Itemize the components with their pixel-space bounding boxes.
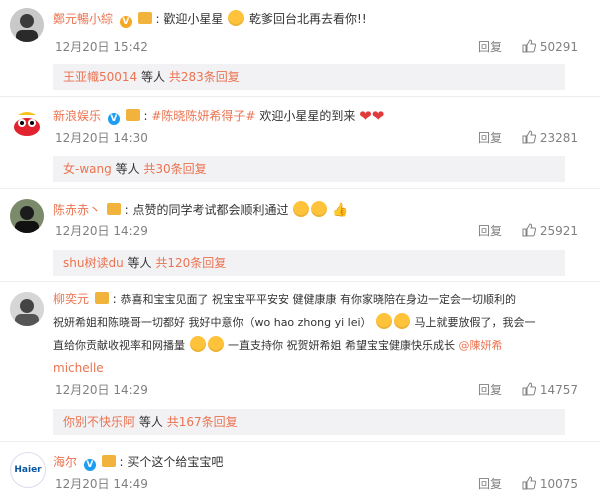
comment-text: 买个这个给宝宝吧	[127, 455, 224, 469]
sub-replies[interactable]: 王亚幟50014 等人 共283条回复	[53, 64, 565, 90]
comment-text-line2: 祝妍希姐和陈晓哥一切都好 我好中意你（wo hao zhong yi lei）	[53, 316, 372, 329]
comment-text: 欢迎小星星的到来	[259, 109, 356, 123]
like-count: 50291	[539, 40, 578, 54]
thumbs-up-emoji-icon: 👍	[332, 203, 349, 218]
verified-v-icon: V	[107, 113, 120, 125]
laugh-emoji-icon	[189, 336, 206, 352]
sub-reply-count[interactable]: 共167条回复	[167, 415, 238, 429]
username[interactable]: 新浪娱乐	[53, 109, 101, 123]
laugh-emoji-icon	[207, 336, 224, 352]
username[interactable]: 柳奕元	[53, 292, 89, 306]
comment-actions: 回复 23281	[478, 129, 578, 146]
verified-v-icon: V	[119, 16, 132, 28]
avatar[interactable]	[10, 8, 44, 42]
timestamp: 12月20日 15:42	[55, 40, 148, 54]
thumb-up-icon	[522, 39, 536, 53]
sub-reply-count[interactable]: 共283条回复	[169, 70, 240, 84]
level-badge-icon	[125, 109, 140, 121]
avatar[interactable]: Haier	[10, 452, 46, 488]
avatar[interactable]	[10, 107, 44, 141]
sub-reply-count[interactable]: 共30条回复	[143, 162, 206, 176]
divider	[0, 188, 600, 189]
like-button[interactable]: 23281	[522, 130, 578, 145]
grin-emoji-icon	[293, 201, 310, 217]
divider	[0, 441, 600, 442]
thumb-up-icon	[522, 382, 536, 396]
reply-button[interactable]: 回复	[478, 40, 502, 54]
thumb-up-icon	[522, 130, 536, 144]
comment-actions: 回复 10075	[478, 475, 578, 492]
comment-header: 新浪娱乐 V : #陈晓陈妍希得子# 欢迎小星星的到来 ❤❤	[53, 107, 385, 125]
sub-reply-user[interactable]: 王亚幟50014	[63, 70, 137, 84]
like-button[interactable]: 50291	[522, 39, 578, 54]
username[interactable]: 鄭元暢小綜	[53, 12, 113, 26]
comment-actions: 回复 25921	[478, 222, 578, 239]
reply-button[interactable]: 回复	[478, 383, 502, 397]
heart-emoji-icon: ❤❤	[359, 107, 385, 125]
level-badge-icon	[94, 292, 109, 304]
comment-text: 点赞的同学考试都会顺利通过	[132, 203, 289, 217]
comment-text-line3b: 一直支持你 祝贺妍希姐 希望宝宝健康快乐成长	[228, 339, 455, 352]
like-button[interactable]: 10075	[522, 476, 578, 491]
timestamp: 12月20日 14:49	[55, 477, 148, 491]
avatar[interactable]	[10, 292, 44, 326]
like-count: 23281	[539, 131, 578, 145]
comment-text: 歡迎小星星	[163, 12, 224, 26]
comment-header: 鄭元暢小綜 V : 歡迎小星星 乾爹回台北再去看你!!	[53, 10, 367, 28]
thumb-up-icon	[522, 223, 536, 237]
sub-replies[interactable]: 女-wang 等人 共30条回复	[53, 156, 565, 182]
comment-header: 陈赤赤丶 : 点赞的同学考试都会顺利通过 👍	[53, 201, 349, 218]
comment-text-line3: 直给你贡献收视率和网播量	[53, 339, 185, 352]
timestamp: 12月20日 14:29	[55, 383, 148, 397]
divider	[0, 96, 600, 97]
mention-link-cont[interactable]: michelle	[53, 361, 104, 375]
comment-text-line1: 恭喜和宝宝见面了 祝宝宝平平安安 健健康康 有你家晓陪在身边一定会一切顺利的	[120, 293, 517, 306]
username[interactable]: 陈赤赤丶	[53, 203, 101, 217]
like-button[interactable]: 14757	[522, 382, 578, 397]
comment-header: 海尔 V : 买个这个给宝宝吧	[53, 455, 224, 471]
reply-button[interactable]: 回复	[478, 477, 502, 491]
laugh-emoji-icon	[311, 201, 328, 217]
timestamp: 12月20日 14:29	[55, 224, 148, 238]
reply-button[interactable]: 回复	[478, 224, 502, 238]
comment-body: 柳奕元 : 恭喜和宝宝见面了 祝宝宝平平安安 健健康康 有你家晓陪在身边一定会一…	[53, 292, 536, 375]
username[interactable]: 海尔	[53, 455, 77, 469]
like-count: 14757	[539, 383, 578, 397]
thumb-up-icon	[522, 476, 536, 490]
level-badge-icon	[137, 12, 152, 24]
thumbs-emoji-icon	[228, 10, 245, 26]
comment-actions: 回复 14757	[478, 381, 578, 398]
comment-text-line2b: 马上就要放假了，我会一	[414, 316, 536, 329]
level-badge-icon	[101, 455, 116, 467]
sub-reply-user[interactable]: 女-wang	[63, 162, 112, 176]
sub-reply-user[interactable]: shu树读du	[63, 256, 124, 270]
grin-emoji-icon	[394, 313, 411, 329]
comment-text-cont: 乾爹回台北再去看你!!	[249, 12, 367, 26]
topic-link[interactable]: #陈晓陈妍希得子#	[151, 109, 255, 123]
grin-emoji-icon	[376, 313, 393, 329]
like-count: 25921	[539, 224, 578, 238]
level-badge-icon	[106, 203, 121, 215]
sub-replies[interactable]: 你别不快乐阿 等人 共167条回复	[53, 409, 565, 435]
like-button[interactable]: 25921	[522, 223, 578, 238]
verified-v-icon: V	[83, 459, 96, 471]
mention-link[interactable]: @陳妍希	[459, 339, 503, 352]
comment-actions: 回复 50291	[478, 38, 578, 55]
timestamp: 12月20日 14:30	[55, 131, 148, 145]
like-count: 10075	[539, 477, 578, 491]
sub-reply-count[interactable]: 共120条回复	[155, 256, 226, 270]
divider	[0, 281, 600, 282]
sub-reply-user[interactable]: 你别不快乐阿	[63, 415, 135, 429]
avatar[interactable]	[10, 199, 44, 233]
sub-replies[interactable]: shu树读du 等人 共120条回复	[53, 250, 565, 276]
reply-button[interactable]: 回复	[478, 131, 502, 145]
